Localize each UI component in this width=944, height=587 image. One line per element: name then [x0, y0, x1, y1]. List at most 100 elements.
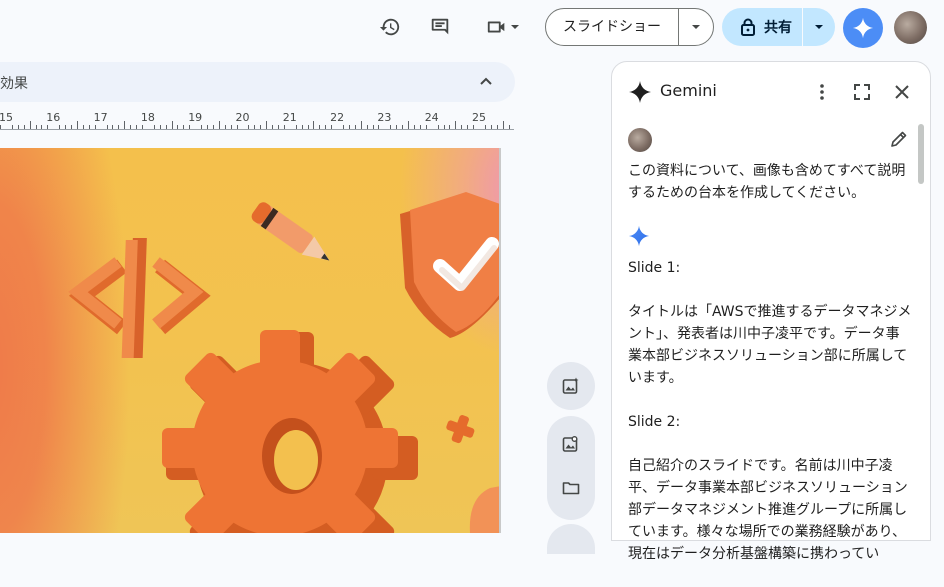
ruler-tick — [461, 125, 463, 129]
ruler-tick — [413, 125, 415, 129]
ruler-tick — [331, 125, 333, 129]
ruler-tick — [71, 125, 73, 129]
ruler-label: 16 — [46, 111, 61, 124]
ruler-label: 15 — [0, 111, 13, 124]
ruler-tick — [212, 125, 214, 129]
video-camera-icon[interactable] — [480, 11, 526, 43]
ruler-tick — [272, 125, 274, 129]
shield-check-icon — [400, 192, 499, 338]
ruler-tick — [354, 125, 356, 129]
chevron-down-icon[interactable] — [679, 9, 713, 45]
slideshow-label[interactable]: スライドショー — [546, 9, 679, 45]
ruler-tick — [177, 125, 179, 129]
code-brackets-icon — [68, 238, 211, 358]
decor-shape — [469, 486, 499, 533]
ruler-tick — [283, 125, 285, 129]
ruler-tick — [425, 125, 427, 129]
gemini-response-icon — [628, 225, 650, 247]
gemini-side-panel: Gemini この資料について、画像も含めてすべて説明するための台本を作成してく… — [611, 61, 931, 562]
ruler-tick — [82, 125, 84, 129]
ruler-tick — [65, 125, 67, 129]
ruler-tick — [325, 125, 327, 129]
ruler-tick — [372, 125, 374, 129]
close-icon[interactable] — [892, 82, 912, 102]
ruler-tick — [141, 125, 143, 129]
account-avatar[interactable] — [894, 11, 927, 44]
ruler-tick — [301, 125, 303, 129]
ruler-tick — [408, 121, 410, 129]
ruler-tick — [277, 125, 279, 129]
ruler-tick — [402, 125, 404, 129]
lock-icon — [741, 18, 755, 36]
image-generate-icon[interactable] — [547, 362, 595, 410]
ruler-tick — [23, 125, 25, 129]
gemini-spark-icon — [629, 81, 651, 103]
history-icon[interactable] — [374, 11, 406, 43]
pencil-icon — [251, 202, 330, 261]
share-button[interactable]: 共有 — [722, 8, 835, 46]
ruler-label: 18 — [140, 111, 155, 124]
ruler-tick — [473, 125, 475, 129]
chevron-down-icon[interactable] — [803, 22, 835, 32]
ruler-tick — [360, 121, 362, 129]
ruler-tick — [59, 125, 61, 129]
ruler-tick — [295, 125, 297, 129]
ruler-tick — [266, 121, 268, 129]
ruler-tick — [35, 125, 37, 129]
expand-icon[interactable] — [852, 82, 872, 102]
ruler-tick — [248, 125, 250, 129]
horizontal-ruler: 15 16 17 18 19 20 21 22 23 24 25 — [0, 108, 514, 130]
ruler-tick — [260, 125, 262, 129]
ruler-tick — [171, 121, 173, 129]
scrollbar-thumb[interactable] — [918, 124, 924, 184]
slide-canvas[interactable] — [0, 148, 501, 533]
gemini-panel-title: Gemini — [660, 81, 717, 100]
gear-icon — [162, 330, 418, 533]
gemini-spark-icon[interactable] — [843, 8, 883, 48]
response-paragraph: Slide 2: — [628, 414, 681, 430]
ruler-tick — [88, 125, 90, 129]
ruler-tick — [437, 125, 439, 129]
ruler-tick — [419, 125, 421, 129]
ruler-tick — [207, 125, 209, 129]
ruler-tick — [112, 125, 114, 129]
ruler-tick — [254, 125, 256, 129]
ruler-tick — [124, 121, 126, 129]
ruler-tick — [496, 125, 498, 129]
ruler-tick — [484, 125, 486, 129]
ruler-tick — [218, 121, 220, 129]
plus-shape — [446, 415, 475, 444]
ruler-label: 24 — [424, 111, 439, 124]
ruler-tick — [449, 125, 451, 129]
ruler-tick — [508, 125, 510, 129]
user-avatar — [628, 128, 652, 152]
ruler-tick — [0, 125, 2, 129]
ruler-tick — [159, 125, 161, 129]
menu-strip: 効果 — [0, 62, 515, 102]
ruler-tick — [11, 125, 13, 129]
ruler-tick — [378, 125, 380, 129]
ruler-tick — [183, 125, 185, 129]
ruler-tick — [390, 125, 392, 129]
comment-icon[interactable] — [424, 11, 456, 43]
chevron-up-icon[interactable] — [478, 74, 494, 94]
user-prompt: この資料について、画像も含めてすべて説明するための台本を作成してください。 — [628, 163, 906, 201]
ruler-tick — [118, 125, 120, 129]
ruler-label: 22 — [330, 111, 345, 124]
share-main[interactable]: 共有 — [722, 8, 803, 46]
top-toolbar: スライドショー 共有 — [0, 0, 944, 56]
ruler-tick — [236, 125, 238, 129]
tool-group — [547, 416, 595, 520]
edit-pencil-icon[interactable] — [890, 130, 908, 148]
ruler-tick — [467, 125, 469, 129]
ruler-tick — [455, 121, 457, 129]
more-vert-icon[interactable] — [812, 82, 832, 102]
ruler-tick — [230, 125, 232, 129]
menu-strip-text[interactable]: 効果 — [0, 73, 28, 93]
slideshow-button[interactable]: スライドショー — [545, 8, 714, 46]
ruler-tick — [502, 121, 504, 129]
gemini-response: Slide 1: タイトルは「AWSで推進するデータマネジメント」、発表者は川中… — [628, 257, 912, 587]
folder-icon[interactable] — [559, 476, 583, 500]
response-paragraph: タイトルは「AWSで推進するデータマネジメント」、発表者は川中子凌平です。データ… — [628, 304, 912, 386]
image-search-icon[interactable] — [559, 432, 583, 456]
